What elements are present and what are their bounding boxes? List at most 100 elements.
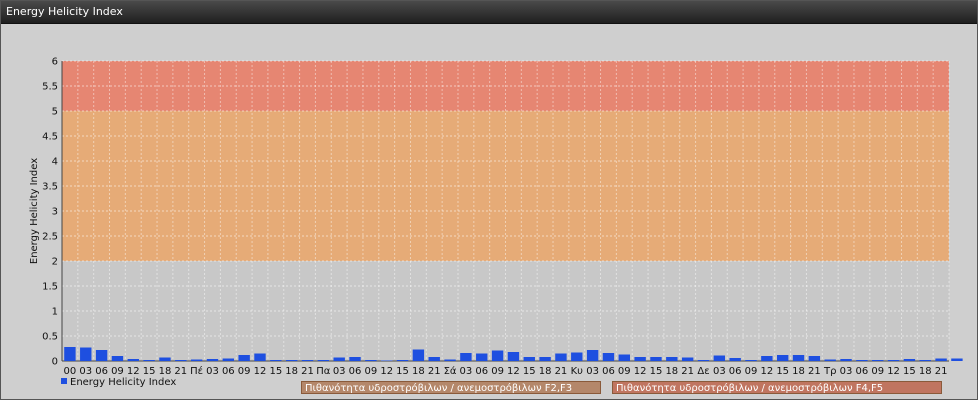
x-tick-label: 03 [460, 366, 473, 377]
x-tick-label: 09 [871, 366, 884, 377]
y-tick-label: 3 [52, 207, 58, 218]
bar [206, 359, 219, 361]
x-tick-label: 06 [475, 366, 488, 377]
bar [365, 360, 377, 361]
x-tick-label: 15 [269, 366, 282, 377]
y-tick-label: 1 [52, 307, 58, 318]
bar [713, 355, 726, 361]
bar [555, 353, 567, 361]
bar [761, 356, 773, 361]
bar [666, 357, 678, 361]
x-tick-label: Κυ [571, 366, 584, 377]
bar [301, 360, 314, 361]
legend-band-f2f3: Πιθανότητα υδροστρόβιλων / ανεμοστρόβιλω… [301, 381, 601, 394]
bar [697, 360, 710, 361]
x-tick-label: 21 [808, 366, 821, 377]
bar [935, 358, 947, 361]
x-tick-label: 06 [222, 366, 235, 377]
x-tick-label: 03 [840, 366, 853, 377]
x-tick-label: 18 [159, 366, 172, 377]
bar [444, 359, 456, 361]
bar [127, 359, 139, 361]
bar [745, 360, 757, 361]
y-tick-label: 2.5 [42, 232, 58, 243]
y-tick-label: 0.5 [42, 332, 58, 343]
bar [428, 357, 440, 361]
x-tick-label: 09 [238, 366, 251, 377]
bar [951, 358, 963, 361]
bar [64, 347, 76, 361]
bar [872, 360, 884, 361]
x-tick-label: 06 [349, 366, 362, 377]
x-tick-label: 18 [539, 366, 552, 377]
x-tick-label: 18 [919, 366, 932, 377]
bar [491, 350, 504, 361]
x-tick-label: Σά [444, 365, 457, 377]
x-tick-label: 15 [396, 366, 409, 377]
x-tick-label: 18 [285, 366, 298, 377]
y-tick-label: 3.5 [42, 182, 58, 193]
bar [539, 357, 551, 361]
bar [824, 359, 836, 361]
bar [460, 353, 472, 361]
bar [776, 355, 789, 361]
bar [396, 360, 409, 361]
bar [729, 358, 741, 361]
bar [681, 357, 694, 361]
x-tick-label: Πέ [190, 365, 203, 377]
x-tick-label: 12 [127, 366, 140, 377]
legend-series-swatch [61, 378, 67, 384]
x-tick-label: 15 [143, 366, 156, 377]
x-tick-label: 06 [729, 366, 742, 377]
y-tick-label: 6 [52, 57, 58, 68]
bar [840, 359, 852, 361]
x-tick-label: 03 [79, 366, 92, 377]
legend-band-f4f5: Πιθανότητα υδροστρόβιλων / ανεμοστρόβιλω… [612, 381, 942, 394]
x-tick-label: 03 [206, 366, 219, 377]
bar [903, 359, 916, 361]
bar [650, 357, 662, 361]
y-tick-label: 5.5 [42, 82, 58, 93]
bar [412, 349, 425, 361]
x-tick-label: 15 [650, 366, 663, 377]
x-tick-label: 15 [523, 366, 536, 377]
x-tick-label: Πα [316, 366, 331, 377]
x-tick-label: 09 [618, 366, 631, 377]
y-axis-title: Energy Helicity Index [29, 158, 40, 264]
x-tick-label: 12 [507, 366, 520, 377]
y-tick-label: 1.5 [42, 282, 58, 293]
x-tick-label: 09 [745, 366, 758, 377]
y-tick-label: 5 [52, 107, 58, 118]
x-tick-label: 21 [174, 366, 187, 377]
x-tick-label: 03 [333, 366, 346, 377]
x-tick-label: Δε [697, 366, 709, 377]
legend-series-entry[interactable]: Energy Helicity Index [61, 377, 176, 389]
x-tick-label: 15 [776, 366, 789, 377]
bar [159, 357, 171, 361]
bar [523, 357, 535, 361]
bar [238, 355, 250, 361]
x-tick-label: 18 [412, 366, 425, 377]
bar [80, 347, 92, 361]
bar [333, 357, 345, 361]
x-tick-label: 06 [602, 366, 615, 377]
bar [476, 353, 488, 361]
x-tick-label: 12 [887, 366, 900, 377]
energy-helicity-chart: 00.511.522.533.544.555.5600 03 06 09 12 15 18 2… [29, 57, 963, 377]
panel-title: Energy Helicity Index [6, 5, 123, 18]
x-tick-label: 12 [254, 366, 267, 377]
bar [349, 357, 361, 361]
bar [856, 360, 868, 361]
y-tick-label: 4 [52, 157, 58, 168]
x-tick-label: 12 [634, 366, 647, 377]
x-tick-label: 09 [491, 366, 504, 377]
x-tick-label: 18 [792, 366, 805, 377]
x-tick-label: 09 [364, 366, 377, 377]
y-tick-label: 0 [52, 357, 58, 368]
bar [143, 360, 155, 361]
bar [887, 360, 900, 361]
panel-titlebar: Energy Helicity Index [1, 1, 977, 24]
x-tick-label: 06 [856, 366, 869, 377]
bar [792, 355, 805, 361]
x-tick-label: 12 [380, 366, 393, 377]
